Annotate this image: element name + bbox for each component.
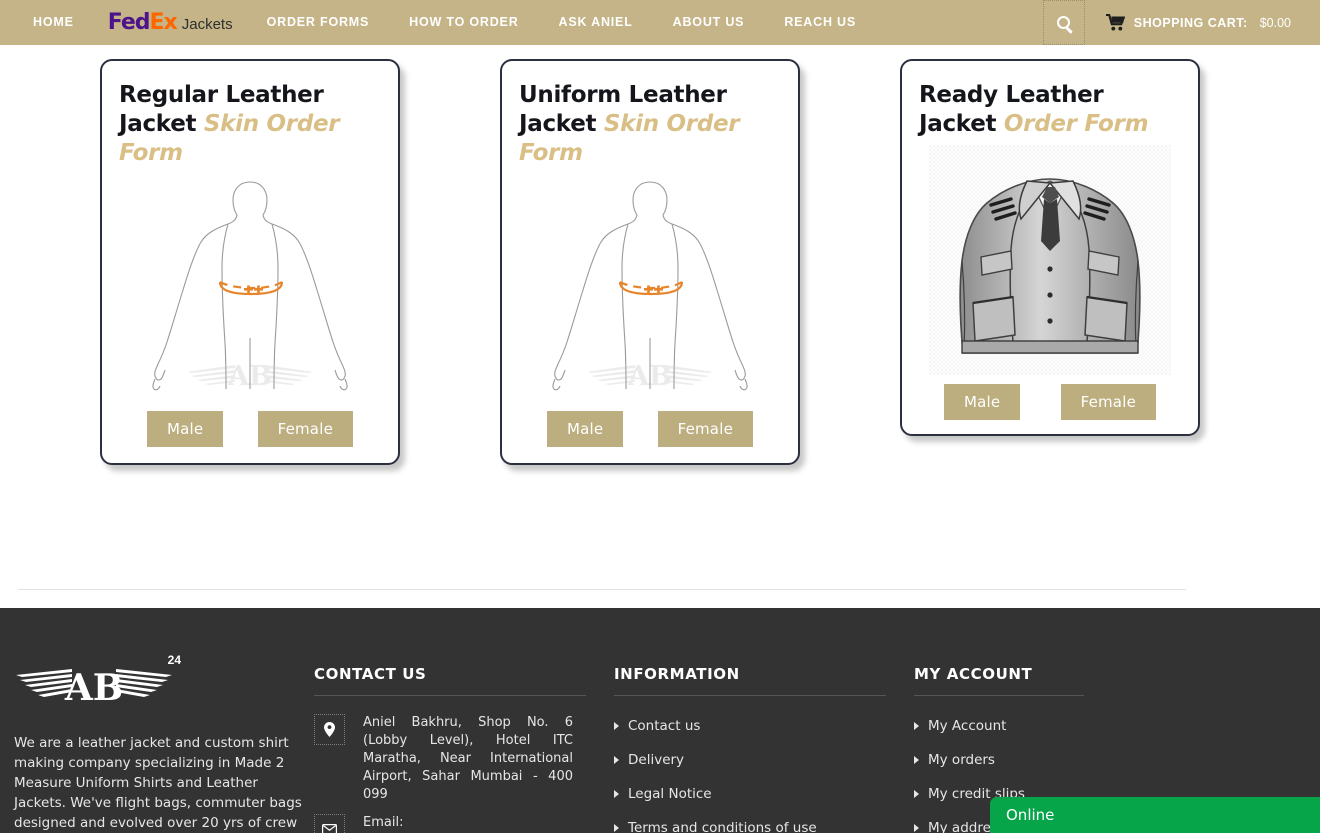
nav-item-reach-us[interactable]: REACH US: [764, 0, 876, 45]
cart-label: SHOPPING CART:: [1133, 15, 1248, 30]
envelope-icon: [314, 814, 345, 833]
footer-link-my-account[interactable]: My Account: [914, 718, 1214, 734]
footer-link-label: Contact us: [628, 718, 701, 734]
ab-wings-logo-svg: AB: [16, 667, 172, 709]
male-button[interactable]: Male: [944, 384, 1021, 420]
content-divider: [18, 589, 1186, 590]
footer-link-legal-notice[interactable]: Legal Notice: [614, 786, 894, 802]
nav-right-group: SHOPPING CART: $0.00: [1042, 0, 1320, 45]
heading-rule: [914, 695, 1084, 696]
footer-information-column: INFORMATION Contact us Delivery Legal No…: [614, 608, 894, 833]
email-row: Email: rodeodrive19@gmail.com: [314, 814, 594, 833]
heading-rule: [314, 695, 586, 696]
order-form-cards: Regular Leather Jacket Skin Order Form A…: [0, 45, 1320, 590]
card-title: Ready Leather Jacket Order Form: [902, 61, 1198, 139]
svg-text:AB: AB: [627, 361, 672, 392]
caret-right-icon: [914, 790, 919, 798]
footer-link-my-orders[interactable]: My orders: [914, 752, 1214, 768]
search-button[interactable]: [1042, 0, 1085, 45]
caret-right-icon: [614, 790, 619, 798]
female-button[interactable]: Female: [657, 411, 753, 447]
leather-jacket-sketch-svg: [929, 145, 1171, 375]
footer-link-label: Delivery: [628, 752, 685, 768]
chat-status-label: Online: [1006, 806, 1055, 824]
footer-contact-column: CONTACT US Aniel Bakhru, Shop No. 6 (Lob…: [314, 608, 594, 833]
caret-right-icon: [914, 756, 919, 764]
male-button[interactable]: Male: [147, 411, 224, 447]
footer-link-label: Terms and conditions of use: [628, 820, 817, 833]
card-regular-leather-jacket[interactable]: Regular Leather Jacket Skin Order Form A…: [100, 59, 400, 465]
caret-right-icon: [614, 722, 619, 730]
brand-fed-text: Fed: [107, 10, 151, 35]
footer-link-contact-us[interactable]: Contact us: [614, 718, 894, 734]
card-title-accent: Order Form: [1003, 111, 1149, 137]
footer-about-column: AB 24 We are a leather jacket and custom…: [14, 608, 304, 833]
nav-item-order-forms[interactable]: ORDER FORMS: [247, 0, 390, 45]
gender-button-row: Male Female: [102, 411, 398, 447]
svg-text:AB: AB: [227, 361, 272, 392]
nav-item-how-to-order[interactable]: HOW TO ORDER: [389, 0, 538, 45]
card-uniform-leather-jacket[interactable]: Uniform Leather Jacket Skin Order Form A…: [500, 59, 800, 465]
footer-about-text: We are a leather jacket and custom shirt…: [14, 735, 302, 831]
footer-link-terms[interactable]: Terms and conditions of use: [614, 820, 894, 833]
footer-link-label: Legal Notice: [628, 786, 712, 802]
heading-rule: [614, 695, 886, 696]
location-pin-icon: [314, 714, 345, 745]
brand-ex-text: Ex: [149, 10, 178, 35]
ab-wings-logo: AB 24: [14, 653, 189, 711]
cart-amount: $0.00: [1259, 15, 1291, 30]
ab-wings-watermark: AB: [587, 361, 713, 392]
gender-button-row: Male Female: [902, 384, 1198, 420]
card-ready-leather-jacket[interactable]: Ready Leather Jacket Order Form Male Fem…: [900, 59, 1200, 436]
female-button[interactable]: Female: [257, 411, 353, 447]
caret-right-icon: [914, 722, 919, 730]
body-measurement-figure: AB: [102, 174, 398, 396]
shopping-cart-icon: [1105, 13, 1126, 31]
leather-jacket-sketch: [902, 144, 1198, 376]
nav-item-about-us[interactable]: ABOUT US: [653, 0, 765, 45]
contact-heading: CONTACT US: [314, 665, 427, 683]
card-title: Uniform Leather Jacket Skin Order Form: [502, 61, 798, 168]
female-button[interactable]: Female: [1060, 384, 1156, 420]
live-chat-widget[interactable]: Online: [990, 797, 1320, 833]
caret-right-icon: [914, 824, 919, 832]
search-icon: [1057, 16, 1071, 29]
information-heading: INFORMATION: [614, 665, 740, 683]
account-heading: MY ACCOUNT: [914, 665, 1033, 683]
logo-superscript: 24: [167, 653, 181, 667]
footer-link-label: My Account: [928, 718, 1007, 734]
ab-wings-watermark: AB: [187, 361, 313, 392]
nav-links: HOME Fed Ex Jackets ORDER FORMS HOW TO OR…: [0, 0, 876, 45]
caret-right-icon: [614, 824, 619, 832]
address-text: Aniel Bakhru, Shop No. 6 (Lobby Level), …: [363, 715, 573, 802]
card-title: Regular Leather Jacket Skin Order Form: [102, 61, 398, 168]
footer-link-label: My orders: [928, 752, 995, 768]
gender-button-row: Male Female: [502, 411, 798, 447]
top-navbar: HOME Fed Ex Jackets ORDER FORMS HOW TO OR…: [0, 0, 1320, 45]
nav-item-home[interactable]: HOME: [0, 0, 94, 45]
address-row: Aniel Bakhru, Shop No. 6 (Lobby Level), …: [314, 714, 594, 804]
footer-link-delivery[interactable]: Delivery: [614, 752, 894, 768]
email-text[interactable]: Email: rodeodrive19@gmail.com: [363, 814, 573, 833]
male-button[interactable]: Male: [547, 411, 624, 447]
body-measurement-figure: AB: [502, 174, 798, 396]
svg-text:AB: AB: [64, 667, 123, 706]
shopping-cart-button[interactable]: SHOPPING CART: $0.00: [1085, 0, 1320, 45]
brand-logo[interactable]: Fed Ex Jackets: [94, 10, 247, 35]
nav-item-ask-aniel[interactable]: ASK ANIEL: [539, 0, 653, 45]
brand-jackets-text: Jackets: [181, 16, 233, 33]
caret-right-icon: [614, 756, 619, 764]
